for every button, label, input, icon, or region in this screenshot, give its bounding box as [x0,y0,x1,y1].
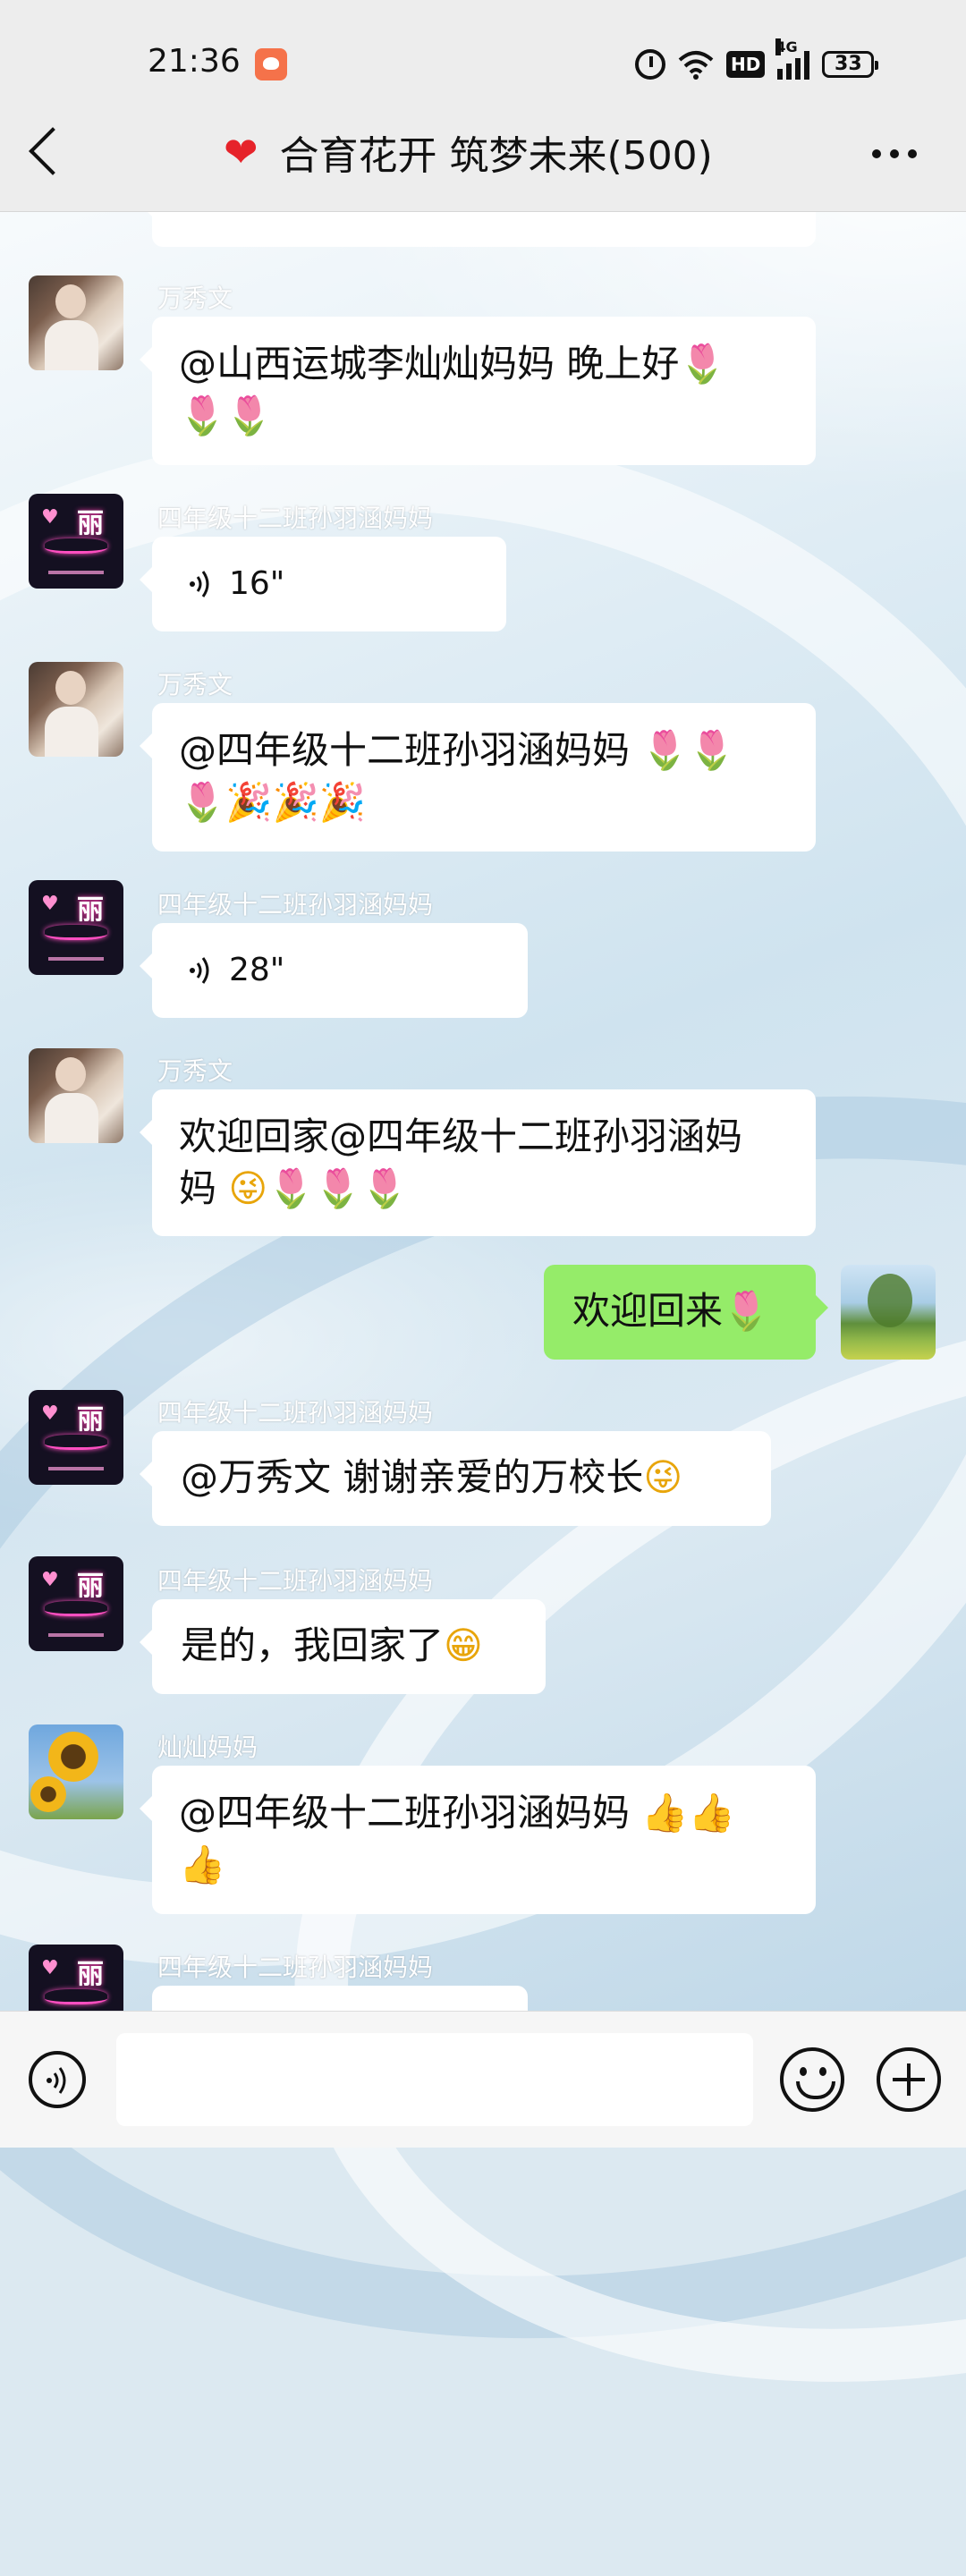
group-title: 合育花开 筑梦未来(500) [279,133,713,179]
message-bubble[interactable]: @万秀文 谢谢亲爱的万校长😜 [140,1431,771,1526]
more-options-button[interactable] [872,136,926,172]
avatar-text: 丽 [77,508,104,539]
message-bubble[interactable]: @四年级十二班孙羽涵妈妈 🌷🌷 🌷🎉🎉🎉 [140,703,816,852]
neon-decoration [45,538,107,554]
dot-icon [908,149,917,158]
dot-icon [872,149,881,158]
message-text: 欢迎回家@四年级十二班孙羽涵妈 [179,1114,743,1158]
neon-decoration [45,1601,107,1616]
message-input[interactable] [116,2033,753,2126]
status-icons: HD 4G 33 [635,38,879,84]
neon-decoration [48,1467,104,1470]
grin-icon: 😁 [444,1623,483,1667]
sender-name: 万秀文 [157,1056,233,1086]
message-text: 是的，我回家了 [181,1623,445,1667]
voice-wave-icon [190,571,209,597]
message-text: 妈 [179,1166,229,1210]
heart-icon: ♥ [41,506,59,529]
message-text: @万秀文 谢谢亲爱的万校长 [181,1455,644,1499]
top-bar: 21:36 HD 4G 33 ❤ 合育花开 筑梦未来(500) [0,0,966,212]
avatar-text: 丽 [77,1571,104,1602]
avatar-text: 丽 [77,1404,104,1436]
message-text: @山西运城李灿灿妈妈 晚上好 [179,342,680,386]
signal-icon: 4G [775,38,810,80]
avatar[interactable]: ♥ 丽 [29,494,123,589]
thumbs-up-icon: 👍👍 [641,1791,735,1835]
sender-name: 四年级十二班孙羽涵妈妈 [157,890,434,919]
tulip-icon: 🌷 [723,1289,770,1333]
wifi-icon [678,51,714,80]
voice-input-button[interactable] [29,2051,86,2108]
neon-decoration [45,925,107,940]
avatar[interactable]: ♥ 丽 [29,880,123,975]
message-text: @四年级十二班孙羽涵妈妈 [179,1791,642,1835]
party-popper-icon: 🌷🎉🎉🎉 [179,780,367,824]
voice-message-bubble[interactable]: 28" [140,923,528,1018]
status-time: 21:36 [148,43,241,80]
message-bubble[interactable]: @四年级十二班孙羽涵妈妈 👍👍 👍 [140,1766,816,1914]
chat-title-row: ❤ 合育花开 筑梦未来(500) [224,125,713,179]
input-bar [0,2011,966,2148]
avatar[interactable] [29,1724,123,1819]
avatar[interactable] [29,275,123,370]
neon-decoration [48,571,104,574]
alarm-icon [635,49,665,80]
heart-icon: ♥ [41,893,59,915]
avatar[interactable] [29,662,123,757]
sender-name: 万秀文 [157,284,233,313]
voice-duration: 16" [229,565,285,602]
wink-icon: 😜 [643,1455,683,1499]
avatar[interactable]: ♥ 丽 [29,1390,123,1485]
more-actions-button[interactable] [877,2047,941,2112]
sender-name: 四年级十二班孙羽涵妈妈 [157,1398,434,1428]
app-notification-icon [255,48,287,80]
voice-message-bubble[interactable]: 16" [140,537,506,631]
message-text: 欢迎回来 [572,1289,724,1333]
my-avatar[interactable] [841,1265,936,1360]
sender-name: 四年级十二班孙羽涵妈妈 [157,504,434,533]
voice-wave-icon [190,957,209,984]
hd-icon: HD [726,51,766,78]
voice-duration: 28" [229,952,285,988]
message-bubble[interactable]: 是的，我回家了😁 [140,1599,546,1694]
neon-decoration [48,957,104,961]
message-text: @四年级十二班孙羽涵妈妈 [179,728,642,772]
heart-icon: ❤ [224,128,258,176]
network-type: 4G [775,38,798,55]
neon-decoration [45,1989,107,2004]
tulip-icon: 🌷🌷 [179,394,273,437]
message-bubble[interactable]: @山西运城李灿灿妈妈 晚上好🌷 🌷🌷 [140,317,816,465]
message-bubble[interactable]: 欢迎回来🌷 [544,1265,828,1360]
neon-decoration [45,1435,107,1450]
tulip-icon: 🌷 [679,342,726,386]
sender-name: 四年级十二班孙羽涵妈妈 [157,1953,434,1982]
thumbs-up-icon: 👍 [179,1843,226,1886]
sender-name: 万秀文 [157,670,233,699]
battery-icon: 33 [822,51,879,78]
neon-decoration [48,1633,104,1637]
voice-wave-icon [47,2067,66,2094]
wink-tulip-emoji-icon: 😜🌷🌷🌷 [228,1166,409,1210]
avatar-text: 丽 [77,1959,104,1990]
emoji-button[interactable] [780,2047,844,2112]
heart-icon: ♥ [41,1569,59,1591]
avatar[interactable] [29,1048,123,1143]
dot-icon [890,149,899,158]
heart-icon: ♥ [41,1402,59,1425]
sender-name: 灿灿妈妈 [157,1733,258,1762]
avatar-text: 丽 [77,894,104,926]
sender-name: 四年级十二班孙羽涵妈妈 [157,1566,434,1596]
message-bubble[interactable]: 欢迎回家@四年级十二班孙羽涵妈 妈 😜🌷🌷🌷 [140,1089,816,1236]
tulip-icon: 🌷🌷 [641,728,735,772]
heart-icon: ♥ [41,1957,59,1979]
avatar[interactable]: ♥ 丽 [29,1556,123,1651]
